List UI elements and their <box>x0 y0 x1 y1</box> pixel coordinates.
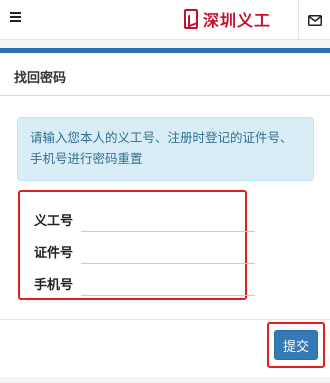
submit-highlight-box: 提交 <box>267 322 325 368</box>
id-number-input[interactable] <box>81 236 255 264</box>
logo-text: 深圳义工 <box>203 11 272 30</box>
reset-password-panel: 找回密码 请输入您本人的义工号、注册时登记的证件号、手机号进行密码重置 义工号 … <box>0 54 330 377</box>
mail-button[interactable] <box>298 0 330 40</box>
site-logo[interactable]: 深圳义工 <box>184 6 271 32</box>
phone-input[interactable] <box>81 268 255 296</box>
page-title: 找回密码 <box>14 71 67 86</box>
hamburger-icon[interactable] <box>10 10 26 26</box>
volunteer-id-input[interactable] <box>81 204 255 232</box>
form-highlight-box: 义工号 证件号 手机号 <box>18 190 255 300</box>
panel-footer-divider <box>0 319 330 320</box>
phone-label: 手机号 <box>34 278 74 293</box>
info-alert: 请输入您本人的义工号、注册时登记的证件号、手机号进行密码重置 <box>17 117 314 181</box>
id-number-label: 证件号 <box>34 246 74 261</box>
logo-emblem-icon <box>184 9 198 29</box>
envelope-icon <box>307 14 322 26</box>
submit-button[interactable]: 提交 <box>274 330 318 360</box>
volunteer-id-label: 义工号 <box>34 214 74 229</box>
id-number-row: 证件号 <box>34 236 255 264</box>
phone-row: 手机号 <box>34 268 255 296</box>
accent-strip <box>0 48 330 53</box>
panel-heading: 找回密码 <box>0 54 330 96</box>
volunteer-id-row: 义工号 <box>34 204 255 232</box>
top-navbar: 深圳义工 <box>0 0 330 40</box>
